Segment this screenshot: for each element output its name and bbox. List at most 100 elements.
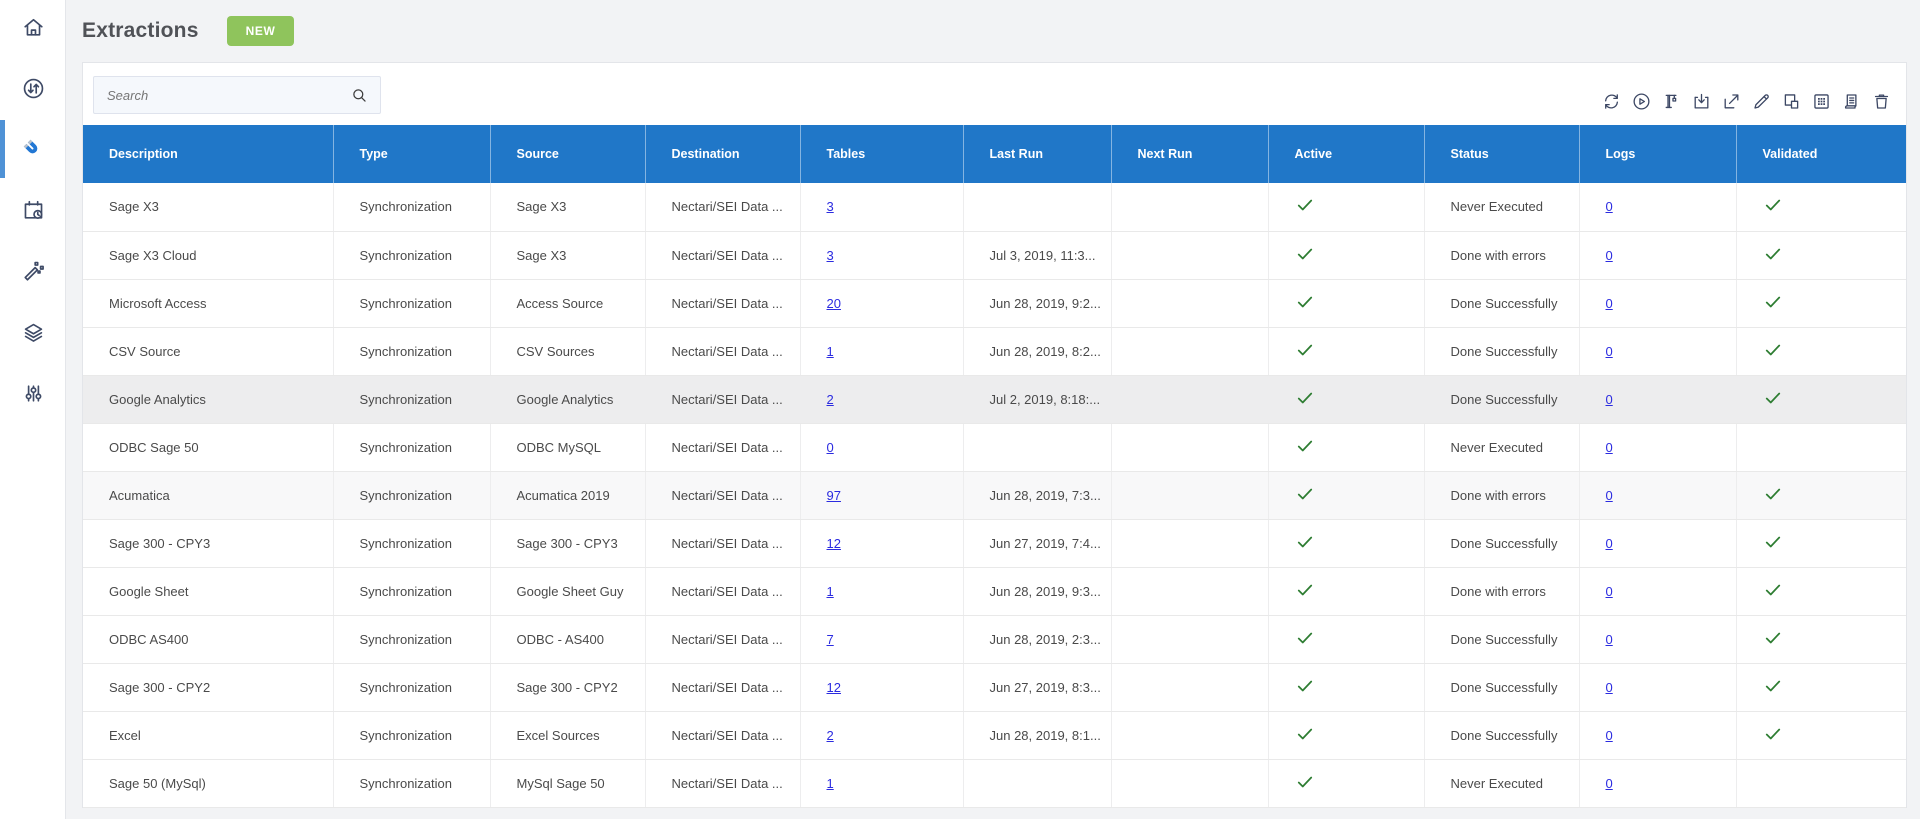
cell-description: Google Analytics [83,375,334,424]
cell-description: Sage 300 - CPY3 [83,519,334,568]
search-input[interactable] [94,87,350,103]
table-row[interactable]: Microsoft Access Synchronization Access … [83,279,1906,328]
cell-last-run [963,759,1112,808]
table-row[interactable]: Sage X3 Cloud Synchronization Sage X3 Ne… [83,231,1906,280]
cell-description: Sage X3 Cloud [83,231,334,280]
col-header-description[interactable]: Description [83,125,334,183]
cell-status: Done Successfully [1424,711,1580,760]
validated-check-icon [1763,536,1783,555]
logs-count-link[interactable]: 0 [1606,296,1613,311]
logs-count-link[interactable]: 0 [1606,248,1613,263]
cell-last-run [963,183,1112,232]
active-check-icon [1295,728,1315,747]
cell-next-run [1111,711,1269,760]
col-header-source[interactable]: Source [490,125,646,183]
table-row[interactable]: ODBC Sage 50 Synchronization ODBC MySQL … [83,423,1906,472]
new-button[interactable]: NEW [226,16,295,46]
sidebar-item-schedule[interactable] [0,188,66,232]
table-row[interactable]: Sage 50 (MySql) Synchronization MySql Sa… [83,759,1906,808]
logs-count-link[interactable]: 0 [1606,584,1613,599]
sidebar-item-settings[interactable] [0,371,66,415]
tables-count-link[interactable]: 1 [827,776,834,791]
cell-type: Synchronization [333,423,491,472]
col-header-status[interactable]: Status [1424,125,1580,183]
cell-next-run [1111,471,1269,520]
sidebar-item-home[interactable] [0,5,66,49]
col-header-destination[interactable]: Destination [645,125,801,183]
col-header-next-run[interactable]: Next Run [1111,125,1269,183]
tables-count-link[interactable]: 7 [827,632,834,647]
col-header-active[interactable]: Active [1268,125,1425,183]
cell-type: Synchronization [333,471,491,520]
col-header-logs[interactable]: Logs [1579,125,1737,183]
tables-count-link[interactable]: 2 [827,392,834,407]
logs-count-link[interactable]: 0 [1606,392,1613,407]
cell-next-run [1111,615,1269,664]
tables-count-link[interactable]: 12 [827,536,841,551]
run-button[interactable] [1631,91,1652,112]
search-icon[interactable] [350,86,369,105]
validated-check-icon [1763,392,1783,411]
builder-button[interactable] [1661,91,1682,112]
validated-check-icon [1763,296,1783,315]
table-row[interactable]: Sage 300 - CPY3 Synchronization Sage 300… [83,519,1906,568]
logs-count-link[interactable]: 0 [1606,536,1613,551]
logs-count-link[interactable]: 0 [1606,199,1613,214]
tables-count-link[interactable]: 97 [827,488,841,503]
cell-last-run: Jun 28, 2019, 8:1... [963,711,1112,760]
tables-count-link[interactable]: 0 [827,440,834,455]
table-row[interactable]: Sage X3 Synchronization Sage X3 Nectari/… [83,183,1906,232]
layers-icon [24,323,42,342]
logs-count-link[interactable]: 0 [1606,632,1613,647]
table-row[interactable]: Google Sheet Synchronization Google Shee… [83,567,1906,616]
edit-button[interactable] [1751,91,1772,112]
cell-type: Synchronization [333,615,491,664]
logs-button[interactable] [1841,91,1862,112]
table-row[interactable]: Sage 300 - CPY2 Synchronization Sage 300… [83,663,1906,712]
tables-count-link[interactable]: 3 [827,248,834,263]
table-row[interactable]: ODBC AS400 Synchronization ODBC - AS400 … [83,615,1906,664]
table-row[interactable]: Excel Synchronization Excel Sources Nect… [83,711,1906,760]
tables-count-link[interactable]: 1 [827,344,834,359]
table-row[interactable]: Google Analytics Synchronization Google … [83,375,1906,424]
validated-check-icon [1763,344,1783,363]
active-check-icon [1295,440,1315,459]
home-icon [23,18,43,36]
tables-count-link[interactable]: 20 [827,296,841,311]
col-header-tables[interactable]: Tables [800,125,964,183]
sidebar-item-design-tools[interactable] [0,249,66,293]
col-header-type[interactable]: Type [333,125,491,183]
refresh-button[interactable] [1601,91,1622,112]
cell-destination: Nectari/SEI Data ... [645,231,801,280]
sidebar-item-extractions[interactable] [0,120,66,178]
refresh-icon [1604,94,1619,109]
logs-count-link[interactable]: 0 [1606,776,1613,791]
import-button[interactable] [1691,91,1712,112]
table-row[interactable]: Acumatica Synchronization Acumatica 2019… [83,471,1906,520]
cell-next-run [1111,327,1269,376]
cell-description: Google Sheet [83,567,334,616]
logs-count-link[interactable]: 0 [1606,680,1613,695]
col-header-last-run[interactable]: Last Run [963,125,1112,183]
table-row[interactable]: CSV Source Synchronization CSV Sources N… [83,327,1906,376]
tables-count-link[interactable]: 1 [827,584,834,599]
cell-destination: Nectari/SEI Data ... [645,663,801,712]
tables-count-link[interactable]: 12 [827,680,841,695]
cell-description: ODBC Sage 50 [83,423,334,472]
cell-description: CSV Source [83,327,334,376]
tables-count-link[interactable]: 2 [827,728,834,743]
logs-count-link[interactable]: 0 [1606,728,1613,743]
sidebar-item-layers[interactable] [0,310,66,354]
grid-button[interactable] [1811,91,1832,112]
logs-count-link[interactable]: 0 [1606,488,1613,503]
active-check-icon [1295,344,1315,363]
export-button[interactable] [1721,91,1742,112]
delete-button[interactable] [1871,91,1892,112]
active-check-icon [1295,680,1315,699]
sidebar-item-data-transfer[interactable] [0,66,66,110]
duplicate-button[interactable] [1781,91,1802,112]
col-header-validated[interactable]: Validated [1736,125,1906,183]
tables-count-link[interactable]: 3 [827,199,834,214]
logs-count-link[interactable]: 0 [1606,344,1613,359]
logs-count-link[interactable]: 0 [1606,440,1613,455]
